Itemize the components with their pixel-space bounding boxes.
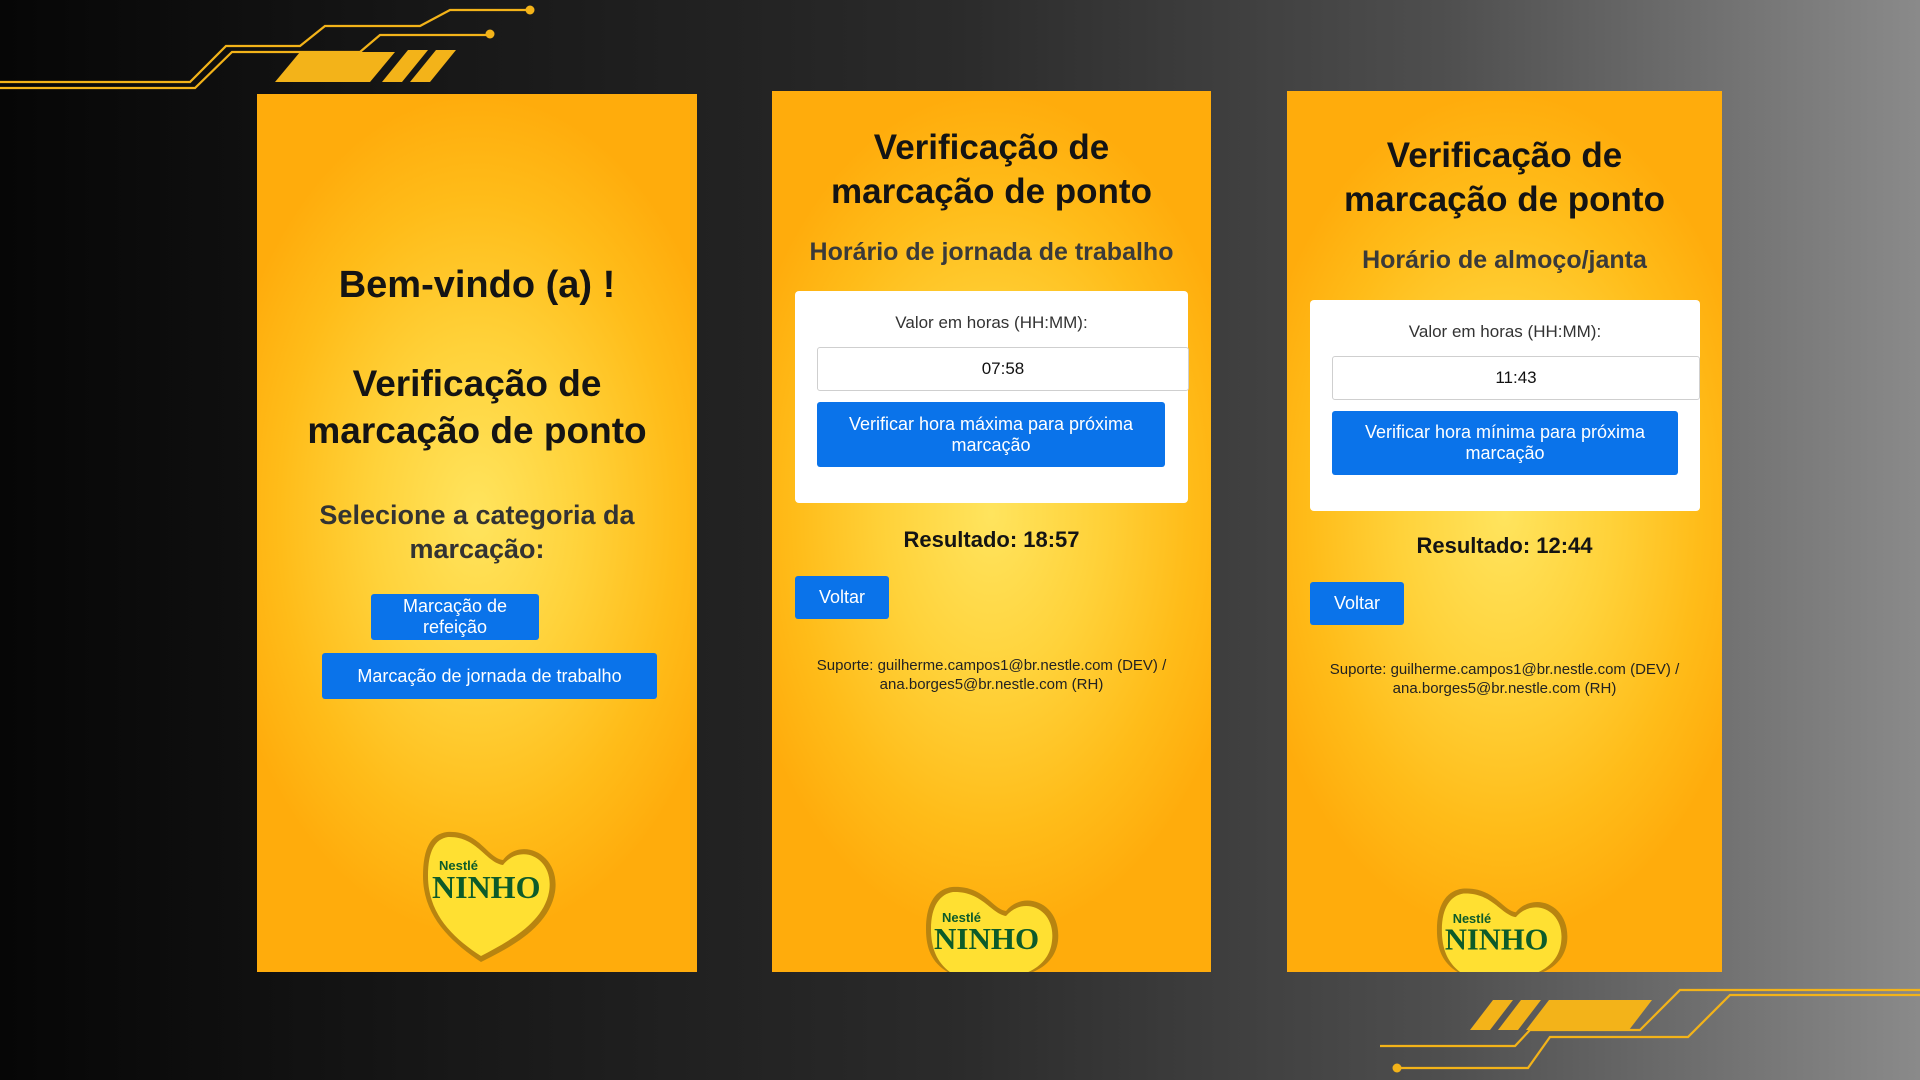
- workday-marking-button[interactable]: Marcação de jornada de trabalho: [322, 653, 657, 699]
- support-contact-line-1: Suporte: guilherme.campos1@br.nestle.com…: [816, 657, 1167, 674]
- circuit-decoration-bottom-right: [1380, 988, 1920, 1073]
- workday-result: Resultado: 18:57: [903, 527, 1080, 552]
- welcome-screen: Bem-vindo (a) ! Verificação de marcação …: [257, 94, 697, 972]
- workday-screen: Verificação de marcação de ponto Horário…: [772, 91, 1211, 972]
- workday-title-line-1: Verificação de: [873, 128, 1110, 167]
- meal-marking-button[interactable]: Marcação de refeição: [371, 594, 539, 640]
- meal-result: Resultado: 12:44: [1416, 533, 1593, 558]
- meal-screen: Verificação de marcação de ponto Horário…: [1287, 91, 1722, 972]
- meal-title-line-1: Verificação de: [1386, 136, 1623, 175]
- ninho-logo: Nestlé NINHO: [1436, 888, 1568, 972]
- ninho-logo: Nestlé NINHO: [926, 886, 1059, 972]
- hours-input-label: Valor em horas (HH:MM):: [895, 313, 1088, 332]
- support-contact-line-2: ana.borges5@br.nestle.com (RH): [879, 676, 1104, 693]
- circuit-decoration-top-left: [0, 5, 535, 90]
- hours-input[interactable]: [1332, 356, 1700, 400]
- logo-brand-main: NINHO: [934, 921, 1039, 956]
- support-contact-line-2: ana.borges5@br.nestle.com (RH): [1392, 680, 1617, 697]
- welcome-title-line-1: Verificação de: [352, 363, 602, 404]
- welcome-greeting: Bem-vindo (a) !: [338, 264, 616, 306]
- hours-input[interactable]: [817, 347, 1189, 391]
- category-prompt-line-1: Selecione a categoria da: [319, 500, 635, 530]
- ninho-logo: Nestlé NINHO: [423, 831, 556, 962]
- meal-title-line-2: marcação de ponto: [1344, 180, 1665, 219]
- meal-subtitle: Horário de almoço/janta: [1362, 246, 1647, 274]
- support-contact-line-1: Suporte: guilherme.campos1@br.nestle.com…: [1329, 661, 1680, 678]
- workday-subtitle: Horário de jornada de trabalho: [809, 238, 1174, 266]
- meal-form-card: Valor em horas (HH:MM): Verificar hora m…: [1310, 300, 1700, 511]
- welcome-title-line-2: marcação de ponto: [307, 410, 647, 451]
- back-button[interactable]: Voltar: [795, 576, 889, 619]
- back-button[interactable]: Voltar: [1310, 582, 1404, 625]
- workday-title-line-2: marcação de ponto: [831, 172, 1152, 211]
- hours-input-label: Valor em horas (HH:MM):: [1408, 322, 1602, 341]
- logo-brand-main: NINHO: [432, 869, 540, 905]
- verify-min-hour-button[interactable]: Verificar hora mínima para próxima marca…: [1332, 411, 1678, 475]
- logo-brand-main: NINHO: [1445, 923, 1549, 957]
- workday-form-card: Valor em horas (HH:MM): Verificar hora m…: [795, 291, 1189, 503]
- verify-max-hour-button[interactable]: Verificar hora máxima para próxima marca…: [817, 402, 1165, 467]
- category-prompt-line-2: marcação:: [409, 534, 545, 564]
